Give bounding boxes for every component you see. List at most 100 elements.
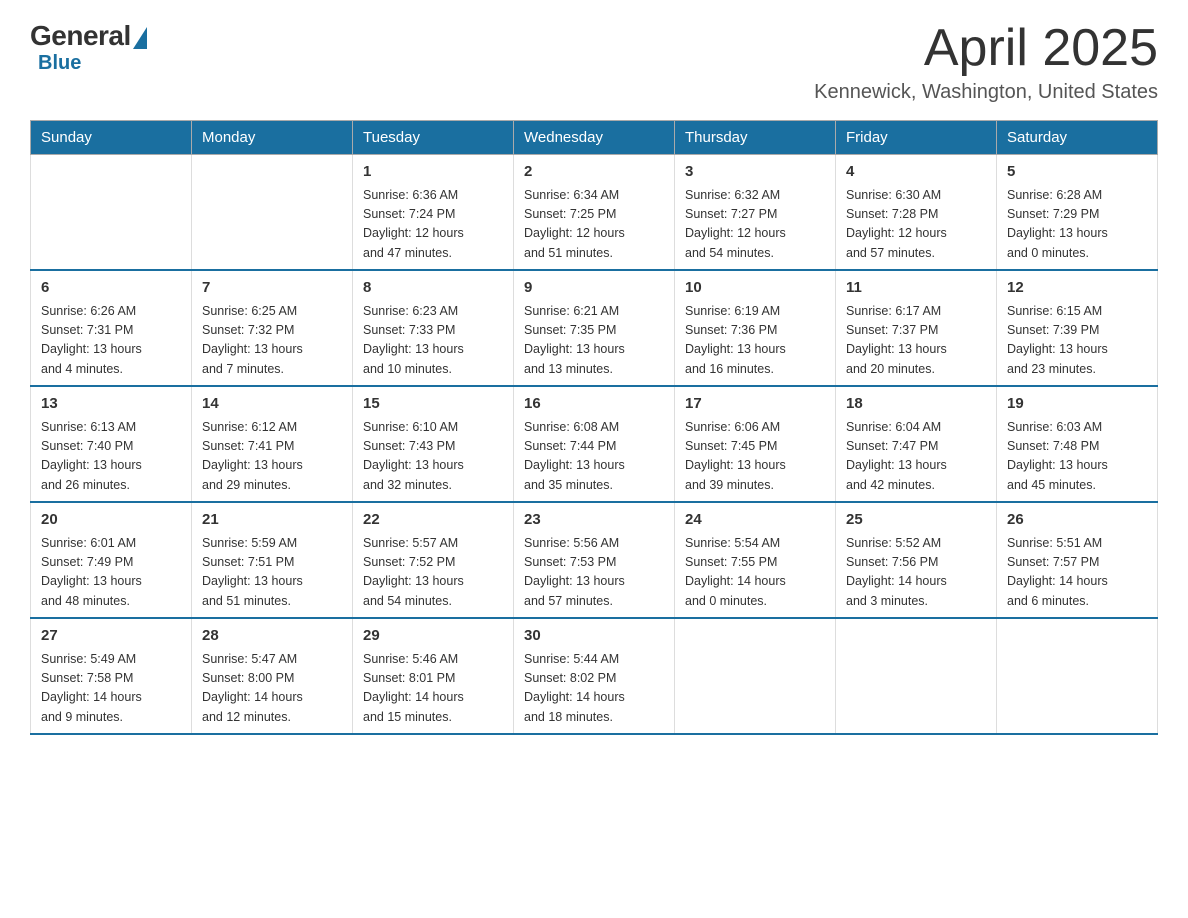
day-number: 5 [1007, 161, 1147, 184]
day-number: 3 [685, 161, 825, 184]
day-number: 17 [685, 393, 825, 416]
weekday-header-tuesday: Tuesday [353, 121, 514, 155]
day-number: 26 [1007, 509, 1147, 532]
month-title: April 2025 [814, 20, 1158, 77]
calendar-empty-cell [31, 155, 192, 271]
day-info: Sunrise: 6:17 AM Sunset: 7:37 PM Dayligh… [846, 302, 986, 380]
calendar-day-12: 12Sunrise: 6:15 AM Sunset: 7:39 PM Dayli… [997, 270, 1158, 386]
calendar-day-13: 13Sunrise: 6:13 AM Sunset: 7:40 PM Dayli… [31, 386, 192, 502]
day-info: Sunrise: 6:26 AM Sunset: 7:31 PM Dayligh… [41, 302, 181, 380]
day-info: Sunrise: 6:28 AM Sunset: 7:29 PM Dayligh… [1007, 186, 1147, 264]
day-number: 24 [685, 509, 825, 532]
calendar-table: SundayMondayTuesdayWednesdayThursdayFrid… [30, 120, 1158, 735]
day-info: Sunrise: 6:36 AM Sunset: 7:24 PM Dayligh… [363, 186, 503, 264]
day-number: 13 [41, 393, 181, 416]
day-info: Sunrise: 6:19 AM Sunset: 7:36 PM Dayligh… [685, 302, 825, 380]
day-info: Sunrise: 6:13 AM Sunset: 7:40 PM Dayligh… [41, 418, 181, 496]
calendar-day-15: 15Sunrise: 6:10 AM Sunset: 7:43 PM Dayli… [353, 386, 514, 502]
day-number: 2 [524, 161, 664, 184]
weekday-header-saturday: Saturday [997, 121, 1158, 155]
day-info: Sunrise: 5:46 AM Sunset: 8:01 PM Dayligh… [363, 650, 503, 728]
calendar-week-row: 27Sunrise: 5:49 AM Sunset: 7:58 PM Dayli… [31, 618, 1158, 734]
day-info: Sunrise: 5:52 AM Sunset: 7:56 PM Dayligh… [846, 534, 986, 612]
calendar-week-row: 6Sunrise: 6:26 AM Sunset: 7:31 PM Daylig… [31, 270, 1158, 386]
day-number: 6 [41, 277, 181, 300]
weekday-header-friday: Friday [836, 121, 997, 155]
calendar-empty-cell [675, 618, 836, 734]
calendar-day-14: 14Sunrise: 6:12 AM Sunset: 7:41 PM Dayli… [192, 386, 353, 502]
day-number: 8 [363, 277, 503, 300]
day-info: Sunrise: 6:08 AM Sunset: 7:44 PM Dayligh… [524, 418, 664, 496]
calendar-day-10: 10Sunrise: 6:19 AM Sunset: 7:36 PM Dayli… [675, 270, 836, 386]
day-number: 18 [846, 393, 986, 416]
calendar-day-24: 24Sunrise: 5:54 AM Sunset: 7:55 PM Dayli… [675, 502, 836, 618]
day-info: Sunrise: 6:21 AM Sunset: 7:35 PM Dayligh… [524, 302, 664, 380]
logo-general-text: General [30, 20, 131, 52]
day-info: Sunrise: 6:03 AM Sunset: 7:48 PM Dayligh… [1007, 418, 1147, 496]
location-title: Kennewick, Washington, United States [814, 81, 1158, 104]
day-number: 23 [524, 509, 664, 532]
day-info: Sunrise: 6:15 AM Sunset: 7:39 PM Dayligh… [1007, 302, 1147, 380]
calendar-header-row: SundayMondayTuesdayWednesdayThursdayFrid… [31, 121, 1158, 155]
day-info: Sunrise: 6:32 AM Sunset: 7:27 PM Dayligh… [685, 186, 825, 264]
day-number: 20 [41, 509, 181, 532]
calendar-day-8: 8Sunrise: 6:23 AM Sunset: 7:33 PM Daylig… [353, 270, 514, 386]
day-info: Sunrise: 5:57 AM Sunset: 7:52 PM Dayligh… [363, 534, 503, 612]
calendar-day-4: 4Sunrise: 6:30 AM Sunset: 7:28 PM Daylig… [836, 155, 997, 271]
day-number: 14 [202, 393, 342, 416]
day-info: Sunrise: 6:06 AM Sunset: 7:45 PM Dayligh… [685, 418, 825, 496]
weekday-header-sunday: Sunday [31, 121, 192, 155]
calendar-empty-cell [192, 155, 353, 271]
day-number: 15 [363, 393, 503, 416]
day-number: 30 [524, 625, 664, 648]
calendar-day-3: 3Sunrise: 6:32 AM Sunset: 7:27 PM Daylig… [675, 155, 836, 271]
title-area: April 2025 Kennewick, Washington, United… [814, 20, 1158, 104]
day-info: Sunrise: 6:10 AM Sunset: 7:43 PM Dayligh… [363, 418, 503, 496]
calendar-day-20: 20Sunrise: 6:01 AM Sunset: 7:49 PM Dayli… [31, 502, 192, 618]
page-header: General Blue April 2025 Kennewick, Washi… [30, 20, 1158, 104]
day-info: Sunrise: 5:47 AM Sunset: 8:00 PM Dayligh… [202, 650, 342, 728]
calendar-day-19: 19Sunrise: 6:03 AM Sunset: 7:48 PM Dayli… [997, 386, 1158, 502]
calendar-day-5: 5Sunrise: 6:28 AM Sunset: 7:29 PM Daylig… [997, 155, 1158, 271]
calendar-day-27: 27Sunrise: 5:49 AM Sunset: 7:58 PM Dayli… [31, 618, 192, 734]
calendar-day-17: 17Sunrise: 6:06 AM Sunset: 7:45 PM Dayli… [675, 386, 836, 502]
day-number: 11 [846, 277, 986, 300]
calendar-day-7: 7Sunrise: 6:25 AM Sunset: 7:32 PM Daylig… [192, 270, 353, 386]
day-info: Sunrise: 5:49 AM Sunset: 7:58 PM Dayligh… [41, 650, 181, 728]
day-number: 19 [1007, 393, 1147, 416]
logo-triangle-icon [133, 27, 147, 49]
day-number: 1 [363, 161, 503, 184]
day-info: Sunrise: 6:12 AM Sunset: 7:41 PM Dayligh… [202, 418, 342, 496]
day-number: 4 [846, 161, 986, 184]
day-number: 12 [1007, 277, 1147, 300]
calendar-day-23: 23Sunrise: 5:56 AM Sunset: 7:53 PM Dayli… [514, 502, 675, 618]
weekday-header-wednesday: Wednesday [514, 121, 675, 155]
calendar-empty-cell [997, 618, 1158, 734]
day-info: Sunrise: 5:44 AM Sunset: 8:02 PM Dayligh… [524, 650, 664, 728]
calendar-day-11: 11Sunrise: 6:17 AM Sunset: 7:37 PM Dayli… [836, 270, 997, 386]
day-number: 27 [41, 625, 181, 648]
calendar-day-22: 22Sunrise: 5:57 AM Sunset: 7:52 PM Dayli… [353, 502, 514, 618]
day-number: 16 [524, 393, 664, 416]
calendar-day-30: 30Sunrise: 5:44 AM Sunset: 8:02 PM Dayli… [514, 618, 675, 734]
calendar-day-18: 18Sunrise: 6:04 AM Sunset: 7:47 PM Dayli… [836, 386, 997, 502]
calendar-day-29: 29Sunrise: 5:46 AM Sunset: 8:01 PM Dayli… [353, 618, 514, 734]
day-info: Sunrise: 6:01 AM Sunset: 7:49 PM Dayligh… [41, 534, 181, 612]
day-info: Sunrise: 6:34 AM Sunset: 7:25 PM Dayligh… [524, 186, 664, 264]
logo-blue-text: Blue [38, 52, 81, 75]
day-number: 22 [363, 509, 503, 532]
day-info: Sunrise: 5:59 AM Sunset: 7:51 PM Dayligh… [202, 534, 342, 612]
calendar-day-2: 2Sunrise: 6:34 AM Sunset: 7:25 PM Daylig… [514, 155, 675, 271]
weekday-header-monday: Monday [192, 121, 353, 155]
day-number: 9 [524, 277, 664, 300]
day-number: 28 [202, 625, 342, 648]
day-info: Sunrise: 6:23 AM Sunset: 7:33 PM Dayligh… [363, 302, 503, 380]
day-number: 29 [363, 625, 503, 648]
calendar-week-row: 13Sunrise: 6:13 AM Sunset: 7:40 PM Dayli… [31, 386, 1158, 502]
calendar-day-16: 16Sunrise: 6:08 AM Sunset: 7:44 PM Dayli… [514, 386, 675, 502]
day-info: Sunrise: 5:54 AM Sunset: 7:55 PM Dayligh… [685, 534, 825, 612]
weekday-header-thursday: Thursday [675, 121, 836, 155]
calendar-week-row: 20Sunrise: 6:01 AM Sunset: 7:49 PM Dayli… [31, 502, 1158, 618]
calendar-day-6: 6Sunrise: 6:26 AM Sunset: 7:31 PM Daylig… [31, 270, 192, 386]
day-number: 10 [685, 277, 825, 300]
